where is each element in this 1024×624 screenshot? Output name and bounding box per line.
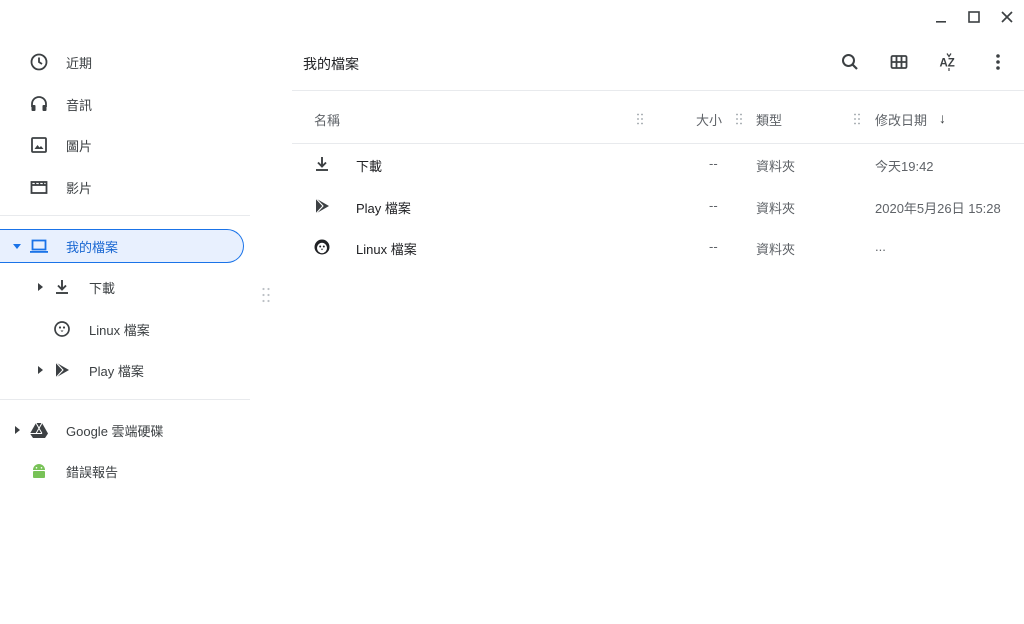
drag-handle-icon xyxy=(262,287,270,303)
sidebar-item-videos[interactable]: 影片 xyxy=(0,170,244,204)
column-header-modified[interactable]: 修改日期 xyxy=(875,110,927,129)
file-row[interactable]: Play 檔案 -- 資料夾 2020年5月26日 15:28 xyxy=(292,185,1024,227)
sidebar-item-label: 下載 xyxy=(89,280,116,296)
drive-icon xyxy=(29,420,49,440)
play-icon xyxy=(312,196,332,216)
sidebar-item-linux-files[interactable]: Linux 檔案 xyxy=(0,312,244,346)
file-name: 下載 xyxy=(356,159,383,174)
sidebar-item-label: Linux 檔案 xyxy=(89,322,150,338)
sidebar-item-google-drive[interactable]: Google 雲端硬碟 xyxy=(0,413,244,447)
sidebar-item-downloads[interactable]: 下載 xyxy=(0,270,244,304)
file-row[interactable]: Linux 檔案 -- 資料夾 ... xyxy=(292,226,1024,268)
sidebar-item-label: 影片 xyxy=(66,180,93,196)
file-type: 資料夾 xyxy=(756,159,796,174)
file-size: -- xyxy=(709,156,718,171)
page-title: 我的檔案 xyxy=(303,56,359,72)
file-name: Play 檔案 xyxy=(356,201,411,216)
sidebar-item-feedback[interactable]: 錯誤報告 xyxy=(0,454,244,488)
file-modified: ... xyxy=(875,239,886,254)
column-resize-icon[interactable] xyxy=(637,113,643,125)
sidebar-item-label: Google 雲端硬碟 xyxy=(66,423,164,439)
expand-arrow-icon[interactable] xyxy=(35,365,45,375)
image-icon xyxy=(29,135,49,155)
maximize-button[interactable] xyxy=(963,6,985,28)
sidebar-resize-handle[interactable] xyxy=(261,287,271,303)
sidebar-item-recent[interactable]: 近期 xyxy=(0,45,244,79)
file-size: -- xyxy=(709,239,718,254)
more-vert-icon xyxy=(996,54,1000,70)
penguin-icon xyxy=(312,237,332,257)
minimize-button[interactable] xyxy=(930,6,952,28)
headphones-icon xyxy=(29,94,49,114)
sidebar-item-label: 近期 xyxy=(66,55,93,71)
sidebar-item-label: 錯誤報告 xyxy=(66,464,119,480)
sort-button[interactable]: AZ xyxy=(935,48,963,76)
laptop-icon xyxy=(29,236,49,256)
column-header-size[interactable]: 大小 xyxy=(696,110,722,129)
column-resize-icon[interactable] xyxy=(736,113,742,125)
file-row[interactable]: 下載 -- 資料夾 今天19:42 xyxy=(292,143,1024,185)
close-button[interactable] xyxy=(996,6,1018,28)
expand-arrow-icon[interactable] xyxy=(12,425,22,435)
file-name: Linux 檔案 xyxy=(356,242,417,257)
sidebar-item-play-files[interactable]: Play 檔案 xyxy=(0,353,244,387)
download-icon xyxy=(312,154,332,174)
sidebar-divider xyxy=(0,399,250,400)
sidebar-item-my-files[interactable]: 我的檔案 xyxy=(0,229,244,263)
file-modified: 2020年5月26日 15:28 xyxy=(875,201,1001,216)
play-icon xyxy=(52,360,72,380)
clock-icon xyxy=(29,52,49,72)
close-icon xyxy=(1001,11,1013,23)
minimize-icon xyxy=(936,21,946,23)
search-icon xyxy=(842,54,858,70)
file-modified: 今天19:42 xyxy=(875,159,934,174)
grid-view-button[interactable] xyxy=(885,48,913,76)
sidebar-divider xyxy=(0,215,250,216)
grid-view-icon xyxy=(890,55,908,69)
file-type: 資料夾 xyxy=(756,242,796,257)
sidebar-item-label: 音訊 xyxy=(66,97,93,113)
android-icon xyxy=(29,461,49,481)
title-bar xyxy=(0,0,1024,34)
search-button[interactable] xyxy=(836,48,864,76)
file-size: -- xyxy=(709,198,718,213)
penguin-icon xyxy=(52,319,72,339)
sort-az-icon: AZ xyxy=(940,53,955,71)
svg-text:AZ: AZ xyxy=(940,58,955,70)
sidebar-item-images[interactable]: 圖片 xyxy=(0,128,244,162)
column-header-type[interactable]: 類型 xyxy=(756,110,782,129)
toolbar-divider xyxy=(292,90,1024,91)
main-panel: 我的檔案 AZ 名稱 大小 類型 修改日期 ↓ 下載 -- 資料夾 今天19:4… xyxy=(292,34,1024,624)
sidebar-item-label: 我的檔案 xyxy=(66,239,119,255)
file-type: 資料夾 xyxy=(756,201,796,216)
expand-arrow-icon[interactable] xyxy=(12,241,22,251)
column-resize-icon[interactable] xyxy=(854,113,860,125)
download-icon xyxy=(52,277,72,297)
column-header-name[interactable]: 名稱 xyxy=(314,110,340,129)
more-options-button[interactable] xyxy=(984,48,1012,76)
expand-arrow-icon[interactable] xyxy=(35,282,45,292)
sort-arrow-icon[interactable]: ↓ xyxy=(939,110,946,126)
sidebar-item-audio[interactable]: 音訊 xyxy=(0,87,244,121)
sidebar: 近期 音訊 圖片 影片 我的檔案 下載 Linux 檔案 Play 檔案 Goo… xyxy=(0,34,250,624)
sidebar-item-label: Play 檔案 xyxy=(89,363,144,379)
maximize-icon xyxy=(968,11,980,23)
film-icon xyxy=(29,177,49,197)
sidebar-item-label: 圖片 xyxy=(66,138,93,154)
